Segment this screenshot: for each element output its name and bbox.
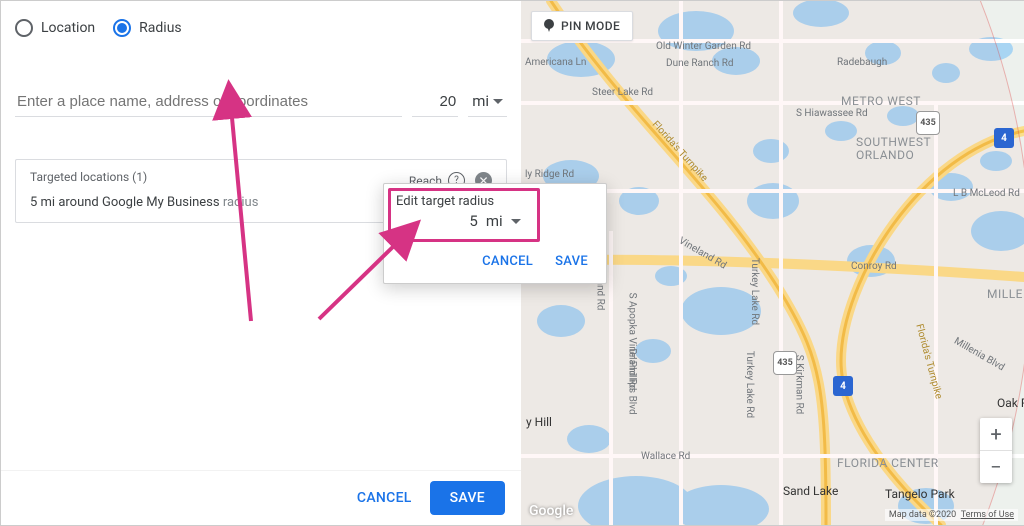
radius-unit-label: mi (472, 92, 489, 110)
popover-save-button[interactable]: SAVE (555, 254, 588, 269)
route-shield-435: 435 (773, 351, 797, 375)
radio-location[interactable]: Location (15, 19, 95, 37)
radio-radius[interactable]: Radius (113, 19, 182, 37)
targeted-locations-title: Targeted locations (1) (30, 170, 147, 184)
map-road-label: Dr Phillips Blvd (627, 348, 638, 414)
place-search-input[interactable] (15, 87, 402, 117)
pin-icon (544, 19, 554, 33)
cancel-button[interactable]: CANCEL (357, 490, 412, 506)
map-attribution: Map data ©2020 Terms of Use (885, 509, 1018, 521)
map-road-label: Steer Lake Rd (592, 87, 653, 98)
map-area-label: SOUTHWEST ORLANDO (856, 136, 931, 162)
map-zoom-control: + − (980, 418, 1012, 483)
radio-radius-label: Radius (139, 20, 182, 36)
google-logo: Google (529, 503, 573, 519)
targeted-location-text: 5 mi around Google My Business (30, 195, 220, 210)
map-road-label: ly Ridge Rd (525, 169, 574, 180)
map-road-label: Americana Ln (525, 57, 586, 68)
pin-mode-label: PIN MODE (561, 19, 620, 33)
route-shield-435: 435 (916, 111, 940, 135)
map-area-label: Oak Ric (997, 396, 1024, 410)
map-road-label: S Hiawassee Rd (796, 108, 868, 119)
radio-off-icon (15, 19, 33, 37)
radius-value-input[interactable] (412, 87, 458, 117)
interstate-shield-4: 4 (833, 376, 853, 396)
map-area-label: FLORIDA CENTER (837, 456, 939, 470)
map-road-label: Turkey Lake Rd (749, 258, 760, 325)
pin-mode-button[interactable]: PIN MODE (531, 11, 633, 41)
popover-title: Edit target radius (396, 194, 494, 209)
map-area-label: Tangelo Park (885, 487, 955, 501)
map-road-label: Conroy Rd (851, 261, 897, 272)
map-road-label: Dune Ranch Rd (666, 58, 734, 69)
target-type-radio-group: Location Radius (1, 1, 521, 37)
map-area-label: Sand Lake (783, 484, 838, 498)
map-road-label: Turkey Lake Rd (744, 351, 755, 418)
radio-on-icon (113, 19, 131, 37)
popover-radius-select[interactable]: 5 mi (455, 212, 535, 230)
map-attribution-text: Map data ©2020 (889, 510, 956, 520)
save-button[interactable]: SAVE (430, 481, 505, 515)
map-area-label: y Hill (526, 415, 552, 429)
map-road-label: Radebaugh (837, 57, 887, 68)
zoom-out-button[interactable]: − (980, 451, 1012, 483)
chevron-down-icon (493, 99, 503, 104)
radio-location-label: Location (41, 20, 95, 36)
footer-actions: CANCEL SAVE (1, 471, 521, 525)
chevron-down-icon (511, 219, 521, 224)
popover-radius-unit: mi (486, 212, 503, 230)
edit-radius-popover: Edit target radius 5 mi CANCEL SAVE (383, 183, 607, 284)
targeted-location-suffix: radius (220, 195, 259, 210)
map-road-label: Old Winter Garden Rd (656, 41, 751, 52)
popover-cancel-button[interactable]: CANCEL (482, 254, 533, 269)
map-road-label: L B McLeod Rd (953, 188, 1020, 199)
zoom-in-button[interactable]: + (980, 418, 1012, 450)
map-area-label: METRO WEST (841, 94, 921, 108)
interstate-shield-4: 4 (994, 128, 1014, 148)
terms-link[interactable]: Terms of Use (961, 510, 1014, 520)
settings-panel: Location Radius mi Targeted locations (1… (1, 1, 521, 525)
search-row: mi (15, 86, 507, 117)
radius-unit-select[interactable]: mi (468, 86, 507, 117)
map-road-label: Wallace Rd (641, 451, 690, 462)
popover-radius-value: 5 (469, 212, 477, 230)
map-area-label: MILLENIA (987, 287, 1024, 301)
